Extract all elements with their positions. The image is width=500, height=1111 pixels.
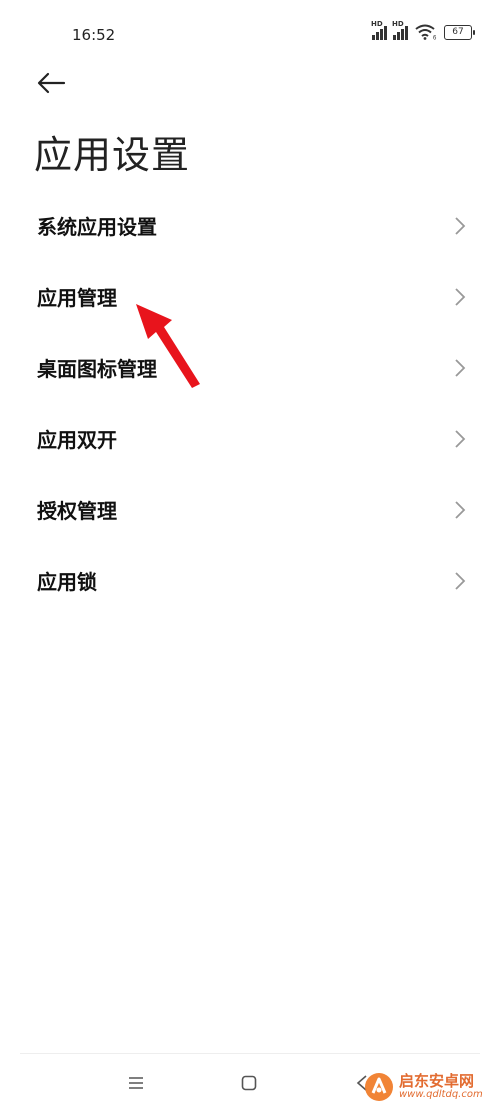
chevron-right-icon bbox=[455, 500, 466, 519]
menu-item-label: 授权管理 bbox=[37, 499, 117, 523]
menu-item-app-management[interactable]: 应用管理 bbox=[0, 261, 500, 332]
menu-item-label: 应用锁 bbox=[37, 570, 97, 594]
watermark-text: 启东安卓网 www.qdltdq.com bbox=[399, 1071, 483, 1100]
menu-lines-icon bbox=[129, 1077, 143, 1089]
home-button[interactable] bbox=[229, 1068, 269, 1098]
watermark-url: www.qdltdq.com bbox=[399, 1088, 483, 1100]
hd-label-1: HD bbox=[371, 20, 383, 28]
signal-icon-2: HD bbox=[392, 20, 408, 40]
square-home-icon bbox=[241, 1075, 257, 1091]
watermark: 启东安卓网 www.qdltdq.com bbox=[364, 1067, 494, 1107]
chevron-right-icon bbox=[455, 287, 466, 306]
status-time: 16:52 bbox=[72, 26, 116, 44]
status-icons: HD HD 6 67 bbox=[371, 20, 475, 41]
menu-item-label: 桌面图标管理 bbox=[37, 357, 157, 381]
menu-item-desktop-icon-management[interactable]: 桌面图标管理 bbox=[0, 332, 500, 403]
menu-item-system-app-settings[interactable]: 系统应用设置 bbox=[0, 190, 500, 261]
menu-item-app-lock[interactable]: 应用锁 bbox=[0, 545, 500, 616]
arrow-left-icon bbox=[37, 72, 66, 94]
wifi-icon: 6 bbox=[415, 24, 437, 41]
battery-level: 67 bbox=[452, 27, 464, 37]
recent-apps-button[interactable] bbox=[116, 1068, 156, 1098]
nav-divider bbox=[20, 1053, 480, 1054]
chevron-right-icon bbox=[455, 216, 466, 235]
back-button[interactable] bbox=[34, 66, 70, 102]
status-bar: 16:52 HD HD 6 67 bbox=[0, 0, 500, 70]
settings-menu: 系统应用设置 应用管理 桌面图标管理 应用双开 授权管理 应用锁 bbox=[0, 190, 500, 616]
battery-icon: 67 bbox=[444, 24, 475, 40]
page-title: 应用设置 bbox=[34, 133, 191, 177]
wifi-6-label: 6 bbox=[433, 36, 437, 41]
signal-icon-1: HD bbox=[371, 20, 387, 40]
menu-item-label: 应用管理 bbox=[37, 286, 117, 310]
menu-item-dual-apps[interactable]: 应用双开 bbox=[0, 403, 500, 474]
menu-item-label: 应用双开 bbox=[37, 428, 117, 452]
chevron-right-icon bbox=[455, 429, 466, 448]
watermark-logo-icon bbox=[365, 1073, 393, 1101]
chevron-right-icon bbox=[455, 358, 466, 377]
hd-label-2: HD bbox=[392, 20, 404, 28]
watermark-title: 启东安卓网 bbox=[399, 1071, 475, 1090]
menu-item-permission-management[interactable]: 授权管理 bbox=[0, 474, 500, 545]
menu-item-label: 系统应用设置 bbox=[37, 215, 157, 239]
chevron-right-icon bbox=[455, 571, 466, 590]
